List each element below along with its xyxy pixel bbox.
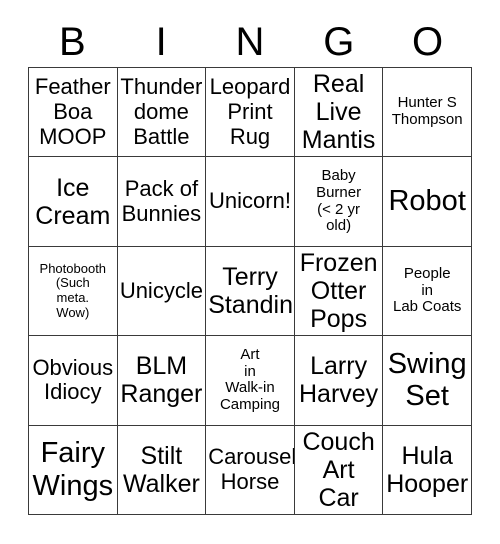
bingo-square-label: Art in Walk-in Camping <box>219 345 280 414</box>
header-letter-g: G <box>323 20 355 64</box>
bingo-square[interactable]: Couch Art Car <box>294 425 384 515</box>
bingo-square-label: BLM Ranger <box>120 352 203 409</box>
bingo-square-label: Fairy Wings <box>32 437 114 502</box>
bingo-header: B I N G O <box>28 18 472 66</box>
bingo-square-label: People in Lab Coats <box>392 264 462 316</box>
bingo-square[interactable]: Hunter S Thompson <box>383 68 472 158</box>
bingo-grid: Feather Boa MOOP Thunder dome Battle Leopa… <box>28 67 472 515</box>
bingo-square[interactable]: Unicorn! <box>206 157 295 247</box>
bingo-square[interactable]: Baby Burner (< 2 yr old) <box>294 157 384 247</box>
bingo-square-label: Unicycle <box>119 277 203 303</box>
bingo-square[interactable]: Fairy Wings <box>29 425 118 515</box>
bingo-square-label: Couch Art Car <box>302 427 375 512</box>
bingo-square-label: Leopard Print Rug <box>209 74 291 149</box>
bingo-square[interactable]: People in Lab Coats <box>383 246 472 337</box>
bingo-square[interactable]: Swing Set <box>383 336 472 426</box>
bingo-square[interactable]: Thunder dome Battle <box>117 68 207 158</box>
bingo-square[interactable]: Larry Harvey <box>294 336 384 426</box>
bingo-square[interactable]: Ice Cream <box>29 157 118 247</box>
bingo-square[interactable]: BLM Ranger <box>117 336 207 426</box>
bingo-square[interactable]: Stilt Walker <box>117 425 207 515</box>
bingo-square-label: Terry Standin <box>208 262 293 319</box>
bingo-square[interactable]: Obvious Idiocy <box>29 336 118 426</box>
bingo-square[interactable]: Real Live Mantis <box>294 68 384 158</box>
bingo-square[interactable]: Terry Standin <box>206 246 295 337</box>
bingo-square-label: Obvious Idiocy <box>32 354 114 405</box>
bingo-square[interactable]: Carousel Horse <box>206 425 295 515</box>
bingo-square[interactable]: Frozen Otter Pops <box>294 246 384 337</box>
bingo-square-label: Carousel Horse <box>208 444 295 494</box>
bingo-square-label: Hunter S Thompson <box>391 94 463 129</box>
bingo-square[interactable]: Art in Walk-in Camping <box>206 336 295 426</box>
bingo-square[interactable]: Photobooth (Such meta. Wow) <box>29 246 118 337</box>
header-letter-o: O <box>412 20 444 64</box>
bingo-square-label: Robot <box>388 185 466 218</box>
bingo-square[interactable]: Feather Boa MOOP <box>29 68 118 158</box>
bingo-square-label: Ice Cream <box>35 173 111 230</box>
bingo-square-label: Pack of Bunnies <box>121 175 202 226</box>
header-letter-n: N <box>235 20 265 64</box>
bingo-square-label: Photobooth (Such meta. Wow) <box>39 260 107 320</box>
bingo-square[interactable]: Leopard Print Rug <box>206 68 295 158</box>
bingo-square[interactable]: Unicycle <box>117 246 207 337</box>
bingo-square-label: Frozen Otter Pops <box>299 248 378 333</box>
header-letter-i: I <box>155 20 167 64</box>
bingo-square-label: Thunder dome Battle <box>120 74 203 149</box>
bingo-square-label: Swing Set <box>387 347 467 413</box>
bingo-square[interactable]: Hula Hooper <box>383 425 472 515</box>
bingo-square-label: Stilt Walker <box>122 441 200 498</box>
bingo-square-label: Larry Harvey <box>299 352 379 409</box>
bingo-square[interactable]: Robot <box>383 157 472 247</box>
header-letter-b: B <box>59 20 86 64</box>
bingo-square-label: Unicorn! <box>209 188 291 214</box>
bingo-square-label: Feather Boa MOOP <box>34 74 111 149</box>
bingo-card: B I N G O Feather Boa MOOP Thunder dome B… <box>0 0 500 544</box>
bingo-square-label: Baby Burner (< 2 yr old) <box>316 167 362 235</box>
bingo-square[interactable]: Pack of Bunnies <box>117 157 207 247</box>
bingo-square-label: Real Live Mantis <box>301 70 376 155</box>
bingo-square-label: Hula Hooper <box>386 441 469 498</box>
